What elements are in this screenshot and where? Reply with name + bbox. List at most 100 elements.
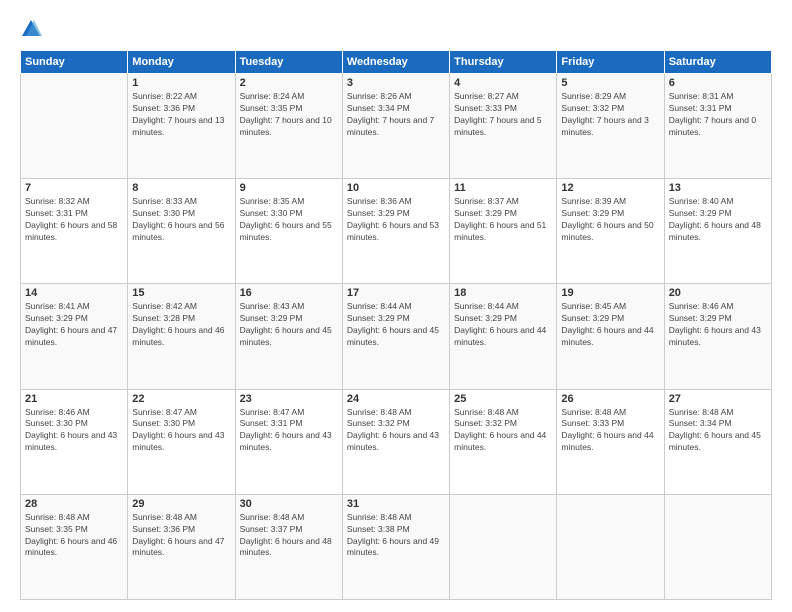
day-info: Sunrise: 8:43 AMSunset: 3:29 PMDaylight:… [240, 301, 338, 349]
weekday-header-friday: Friday [557, 51, 664, 74]
day-number: 6 [669, 77, 767, 89]
day-number: 23 [240, 393, 338, 405]
calendar-week-row: 14 Sunrise: 8:41 AMSunset: 3:29 PMDayligh… [21, 284, 772, 389]
day-info: Sunrise: 8:44 AMSunset: 3:29 PMDaylight:… [347, 301, 445, 349]
calendar-cell: 6 Sunrise: 8:31 AMSunset: 3:31 PMDaylight… [664, 74, 771, 179]
day-info: Sunrise: 8:36 AMSunset: 3:29 PMDaylight:… [347, 196, 445, 244]
calendar-cell: 14 Sunrise: 8:41 AMSunset: 3:29 PMDayligh… [21, 284, 128, 389]
calendar-cell: 2 Sunrise: 8:24 AMSunset: 3:35 PMDaylight… [235, 74, 342, 179]
day-number: 16 [240, 287, 338, 299]
day-number: 4 [454, 77, 552, 89]
day-number: 10 [347, 182, 445, 194]
calendar-cell [664, 494, 771, 599]
day-info: Sunrise: 8:39 AMSunset: 3:29 PMDaylight:… [561, 196, 659, 244]
day-number: 30 [240, 498, 338, 510]
calendar-cell: 4 Sunrise: 8:27 AMSunset: 3:33 PMDaylight… [450, 74, 557, 179]
day-info: Sunrise: 8:27 AMSunset: 3:33 PMDaylight:… [454, 91, 552, 139]
calendar-cell: 10 Sunrise: 8:36 AMSunset: 3:29 PMDayligh… [342, 179, 449, 284]
day-info: Sunrise: 8:48 AMSunset: 3:36 PMDaylight:… [132, 512, 230, 560]
day-info: Sunrise: 8:42 AMSunset: 3:28 PMDaylight:… [132, 301, 230, 349]
calendar-cell: 26 Sunrise: 8:48 AMSunset: 3:33 PMDayligh… [557, 389, 664, 494]
day-number: 26 [561, 393, 659, 405]
weekday-header-thursday: Thursday [450, 51, 557, 74]
day-number: 21 [25, 393, 123, 405]
calendar-cell: 20 Sunrise: 8:46 AMSunset: 3:29 PMDayligh… [664, 284, 771, 389]
calendar-week-row: 21 Sunrise: 8:46 AMSunset: 3:30 PMDayligh… [21, 389, 772, 494]
calendar-cell: 23 Sunrise: 8:47 AMSunset: 3:31 PMDayligh… [235, 389, 342, 494]
logo-icon [20, 18, 42, 40]
day-number: 9 [240, 182, 338, 194]
calendar-week-row: 28 Sunrise: 8:48 AMSunset: 3:35 PMDayligh… [21, 494, 772, 599]
day-info: Sunrise: 8:41 AMSunset: 3:29 PMDaylight:… [25, 301, 123, 349]
weekday-header-wednesday: Wednesday [342, 51, 449, 74]
day-info: Sunrise: 8:31 AMSunset: 3:31 PMDaylight:… [669, 91, 767, 139]
day-number: 22 [132, 393, 230, 405]
calendar-cell: 3 Sunrise: 8:26 AMSunset: 3:34 PMDaylight… [342, 74, 449, 179]
day-number: 17 [347, 287, 445, 299]
calendar-cell: 25 Sunrise: 8:48 AMSunset: 3:32 PMDayligh… [450, 389, 557, 494]
calendar-week-row: 7 Sunrise: 8:32 AMSunset: 3:31 PMDaylight… [21, 179, 772, 284]
weekday-header-sunday: Sunday [21, 51, 128, 74]
day-number: 14 [25, 287, 123, 299]
day-info: Sunrise: 8:46 AMSunset: 3:29 PMDaylight:… [669, 301, 767, 349]
day-number: 13 [669, 182, 767, 194]
calendar-cell: 18Sunrise: 8:44 AMSunset: 3:29 PMDayligh… [450, 284, 557, 389]
day-number: 8 [132, 182, 230, 194]
calendar-cell: 28 Sunrise: 8:48 AMSunset: 3:35 PMDayligh… [21, 494, 128, 599]
calendar-cell: 27Sunrise: 8:48 AMSunset: 3:34 PMDayligh… [664, 389, 771, 494]
day-info: Sunrise: 8:48 AMSunset: 3:33 PMDaylight:… [561, 407, 659, 455]
calendar-cell: 15 Sunrise: 8:42 AMSunset: 3:28 PMDayligh… [128, 284, 235, 389]
calendar-cell: 30Sunrise: 8:48 AMSunset: 3:37 PMDayligh… [235, 494, 342, 599]
day-info: Sunrise: 8:48 AMSunset: 3:32 PMDaylight:… [454, 407, 552, 455]
day-info: Sunrise: 8:48 AMSunset: 3:35 PMDaylight:… [25, 512, 123, 560]
day-info: Sunrise: 8:40 AMSunset: 3:29 PMDaylight:… [669, 196, 767, 244]
day-info: Sunrise: 8:32 AMSunset: 3:31 PMDaylight:… [25, 196, 123, 244]
day-number: 31 [347, 498, 445, 510]
calendar-cell: 11 Sunrise: 8:37 AMSunset: 3:29 PMDayligh… [450, 179, 557, 284]
calendar-cell: 1Sunrise: 8:22 AMSunset: 3:36 PMDaylight… [128, 74, 235, 179]
day-number: 11 [454, 182, 552, 194]
day-info: Sunrise: 8:33 AMSunset: 3:30 PMDaylight:… [132, 196, 230, 244]
calendar-cell: 17 Sunrise: 8:44 AMSunset: 3:29 PMDayligh… [342, 284, 449, 389]
calendar-cell: 29 Sunrise: 8:48 AMSunset: 3:36 PMDayligh… [128, 494, 235, 599]
calendar-cell [21, 74, 128, 179]
weekday-header-monday: Monday [128, 51, 235, 74]
day-info: Sunrise: 8:48 AMSunset: 3:38 PMDaylight:… [347, 512, 445, 560]
day-info: Sunrise: 8:48 AMSunset: 3:34 PMDaylight:… [669, 407, 767, 455]
calendar-cell: 22Sunrise: 8:47 AMSunset: 3:30 PMDayligh… [128, 389, 235, 494]
calendar-cell: 12 Sunrise: 8:39 AMSunset: 3:29 PMDayligh… [557, 179, 664, 284]
logo [20, 18, 46, 40]
day-number: 5 [561, 77, 659, 89]
calendar-cell: 5 Sunrise: 8:29 AMSunset: 3:32 PMDaylight… [557, 74, 664, 179]
day-info: Sunrise: 8:29 AMSunset: 3:32 PMDaylight:… [561, 91, 659, 139]
calendar-week-row: 1Sunrise: 8:22 AMSunset: 3:36 PMDaylight… [21, 74, 772, 179]
day-number: 29 [132, 498, 230, 510]
day-info: Sunrise: 8:37 AMSunset: 3:29 PMDaylight:… [454, 196, 552, 244]
calendar-cell [450, 494, 557, 599]
weekday-header-saturday: Saturday [664, 51, 771, 74]
day-number: 3 [347, 77, 445, 89]
calendar-cell: 19 Sunrise: 8:45 AMSunset: 3:29 PMDayligh… [557, 284, 664, 389]
day-info: Sunrise: 8:48 AMSunset: 3:32 PMDaylight:… [347, 407, 445, 455]
day-info: Sunrise: 8:35 AMSunset: 3:30 PMDaylight:… [240, 196, 338, 244]
calendar-cell: 7 Sunrise: 8:32 AMSunset: 3:31 PMDaylight… [21, 179, 128, 284]
calendar-cell: 8 Sunrise: 8:33 AMSunset: 3:30 PMDaylight… [128, 179, 235, 284]
day-number: 7 [25, 182, 123, 194]
day-number: 20 [669, 287, 767, 299]
day-number: 28 [25, 498, 123, 510]
day-info: Sunrise: 8:45 AMSunset: 3:29 PMDaylight:… [561, 301, 659, 349]
calendar-cell: 31 Sunrise: 8:48 AMSunset: 3:38 PMDayligh… [342, 494, 449, 599]
day-number: 15 [132, 287, 230, 299]
calendar-cell: 21 Sunrise: 8:46 AMSunset: 3:30 PMDayligh… [21, 389, 128, 494]
day-info: Sunrise: 8:26 AMSunset: 3:34 PMDaylight:… [347, 91, 445, 139]
day-number: 24 [347, 393, 445, 405]
day-number: 2 [240, 77, 338, 89]
day-info: Sunrise: 8:47 AMSunset: 3:31 PMDaylight:… [240, 407, 338, 455]
day-info: Sunrise: 8:46 AMSunset: 3:30 PMDaylight:… [25, 407, 123, 455]
day-info: Sunrise: 8:24 AMSunset: 3:35 PMDaylight:… [240, 91, 338, 139]
calendar-cell: 9 Sunrise: 8:35 AMSunset: 3:30 PMDaylight… [235, 179, 342, 284]
day-number: 1 [132, 77, 230, 89]
day-number: 25 [454, 393, 552, 405]
day-number: 19 [561, 287, 659, 299]
day-number: 12 [561, 182, 659, 194]
